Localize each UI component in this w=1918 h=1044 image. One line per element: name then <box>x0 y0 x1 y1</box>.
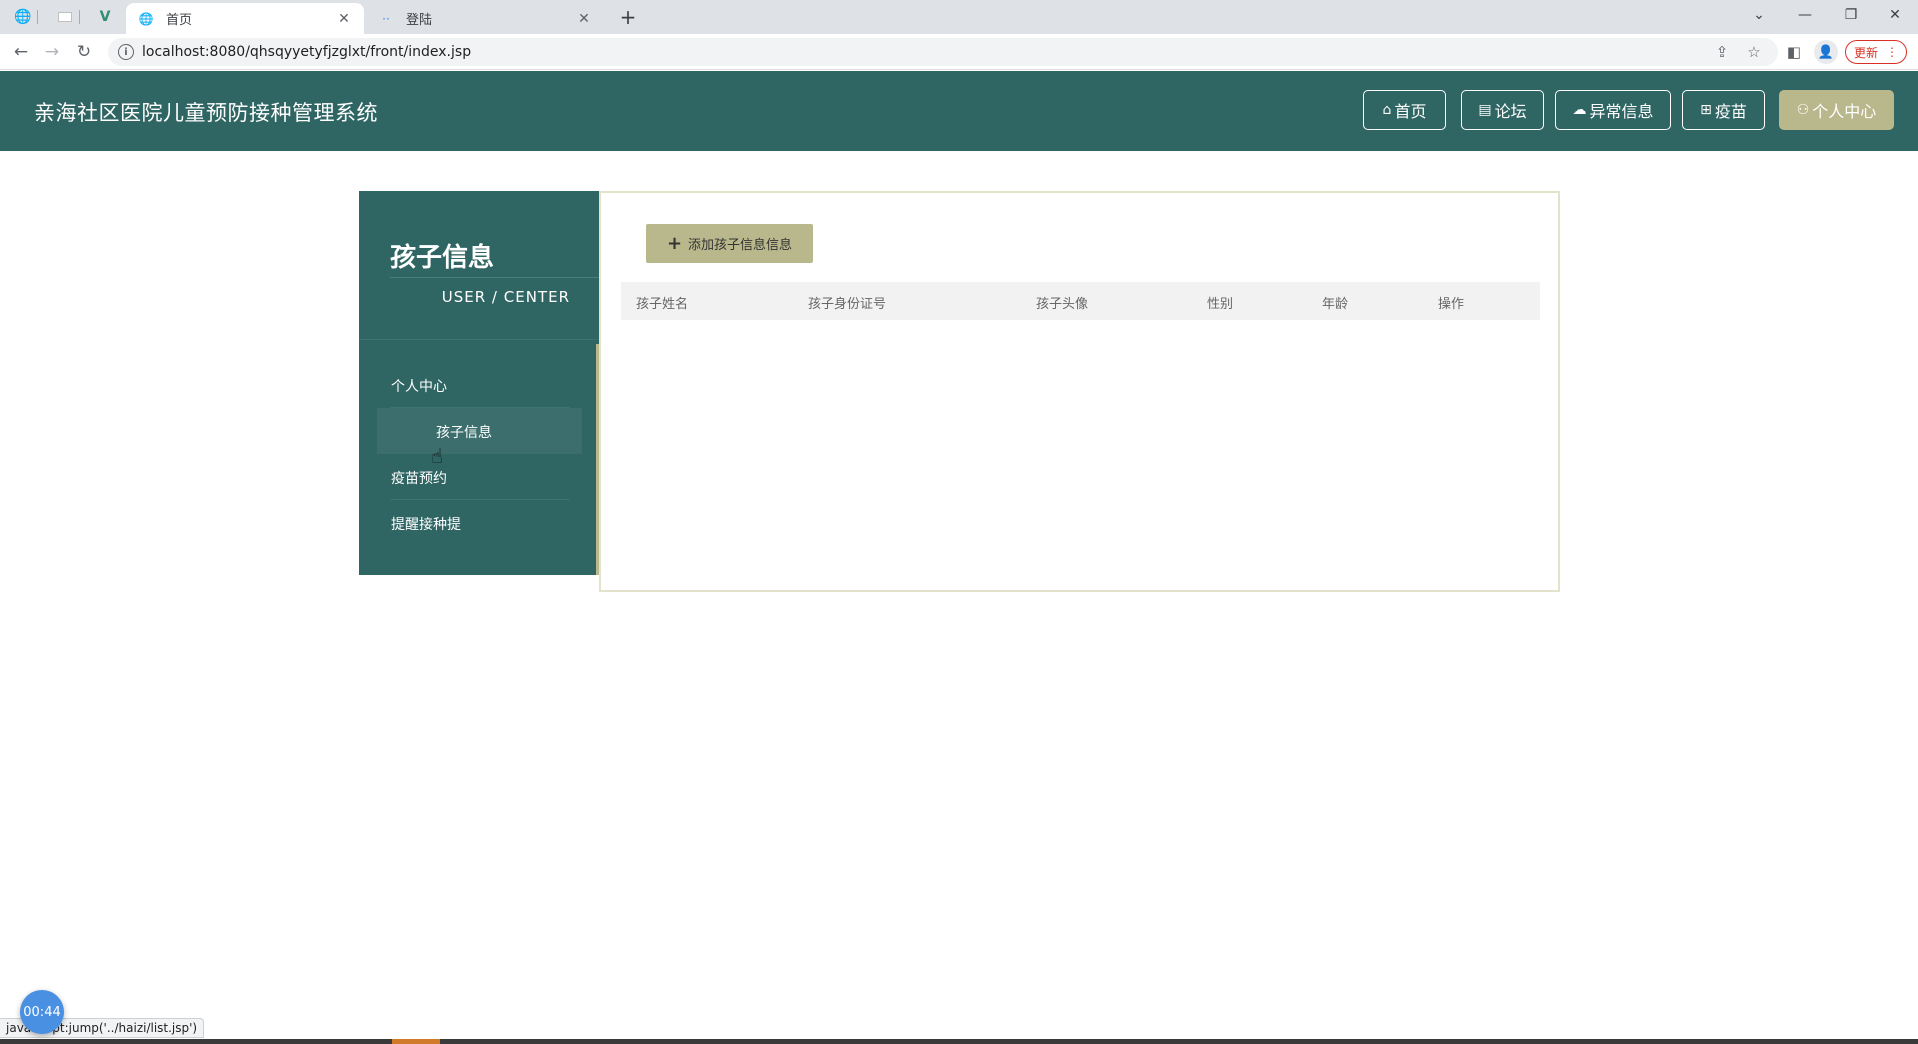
divider <box>359 339 600 340</box>
nav-label: 个人中心 <box>1812 102 1877 121</box>
column-header-age: 年龄 <box>1322 297 1349 312</box>
nav-label: 论坛 <box>1494 102 1527 121</box>
tab-title: 登陆 <box>406 13 433 28</box>
star-icon: ☆ <box>1747 43 1761 61</box>
address-bar[interactable]: i localhost:8080/qhsqyyetyfjzglxt/front/… <box>108 38 1778 66</box>
close-icon[interactable]: ✕ <box>576 11 592 27</box>
nav-user-center-button[interactable]: ⚇ 个人中心 <box>1779 90 1894 130</box>
reload-icon: ↻ <box>76 42 92 62</box>
restore-icon: ❐ <box>1844 7 1858 23</box>
add-button-label: 添加孩子信息信息 <box>688 238 793 253</box>
side-panel-icon: ◧ <box>1786 43 1802 61</box>
column-header-avatar: 孩子头像 <box>1036 297 1089 312</box>
taskbar-segment <box>392 1039 440 1044</box>
divider <box>390 277 600 278</box>
arrow-left-icon: ← <box>13 42 29 62</box>
chevron-down-icon: ⌄ <box>1753 7 1765 23</box>
sidebar-item-user-center[interactable]: 个人中心 <box>391 376 447 396</box>
restore-button[interactable]: ❐ <box>1828 0 1874 30</box>
nav-label: 异常信息 <box>1589 102 1654 121</box>
pinned-tab-blank[interactable] <box>50 4 80 30</box>
sidebar: 孩子信息 USER / CENTER 个人中心 孩子信息 疫苗预约 提醒接种提 <box>359 191 600 575</box>
table-header: 孩子姓名 孩子身份证号 孩子头像 性别 年龄 操作 <box>621 282 1540 320</box>
column-header-id-number: 孩子身份证号 <box>808 297 887 312</box>
grid-icon: ⊞ <box>1700 102 1712 118</box>
sidebar-subtitle: USER / CENTER <box>441 288 570 306</box>
nav-home-button[interactable]: ⌂ 首页 <box>1363 90 1446 130</box>
pinned-tab-vue[interactable]: V <box>90 4 120 30</box>
site-title: 亲海社区医院儿童预防接种管理系统 <box>34 101 378 125</box>
column-header-actions: 操作 <box>1438 297 1465 312</box>
forum-icon: ▤ <box>1478 102 1492 118</box>
share-button[interactable]: ⇪ <box>1712 42 1732 62</box>
close-icon[interactable]: ✕ <box>336 11 352 27</box>
globe-icon: 🌐 <box>138 11 154 26</box>
vue-logo-icon: V <box>99 9 111 25</box>
nav-forum-button[interactable]: ▤ 论坛 <box>1461 90 1544 130</box>
sidebar-item-label: 孩子信息 <box>436 425 492 441</box>
browser-tab-bar: 🌐 V 🌐 首页 ✕ ·· 登陆 ✕ + ⌄ — ❐ ✕ <box>0 0 1918 34</box>
close-icon: ✕ <box>1889 7 1901 23</box>
more-icon: ⋮ <box>1886 45 1898 59</box>
globe-icon: 🌐 <box>14 9 32 25</box>
forward-button[interactable]: → <box>40 40 64 64</box>
sidebar-item-child-info[interactable]: 孩子信息 <box>377 408 582 454</box>
profile-button[interactable]: 👤 <box>1814 40 1838 64</box>
add-child-info-button[interactable]: + 添加孩子信息信息 <box>646 224 813 263</box>
tab-login[interactable]: ·· 登陆 ✕ <box>366 3 604 34</box>
nav-abnormal-button[interactable]: ☁ 异常信息 <box>1555 90 1671 130</box>
loading-icon: ·· <box>382 11 390 26</box>
new-tab-button[interactable]: + <box>614 4 642 30</box>
home-icon: ⌂ <box>1382 102 1392 118</box>
column-header-gender: 性别 <box>1207 297 1234 312</box>
nav-label: 首页 <box>1394 102 1427 121</box>
sidebar-item-reminder[interactable]: 提醒接种提 <box>391 514 461 534</box>
sidebar-title: 孩子信息 <box>390 243 495 273</box>
plus-icon: + <box>619 5 637 29</box>
user-icon: ⚇ <box>1796 102 1810 118</box>
share-icon: ⇪ <box>1715 43 1729 61</box>
side-panel-button[interactable]: ◧ <box>1784 42 1804 62</box>
tab-title: 首页 <box>166 13 193 28</box>
tab-search-button[interactable]: ⌄ <box>1736 0 1782 30</box>
close-window-button[interactable]: ✕ <box>1872 0 1918 30</box>
info-icon[interactable]: i <box>118 44 134 60</box>
pinned-tab-globe[interactable]: 🌐 <box>8 4 38 30</box>
plus-icon: + <box>666 233 683 254</box>
update-button[interactable]: 更新 ⋮ <box>1845 40 1907 64</box>
browser-toolbar: ← → ↻ i localhost:8080/qhsqyyetyfjzglxt/… <box>0 34 1918 70</box>
reload-button[interactable]: ↻ <box>72 40 96 64</box>
site-header: 亲海社区医院儿童预防接种管理系统 ⌂ 首页 ▤ 论坛 ☁ 异常信息 ⊞ 疫苗 ⚇… <box>0 71 1918 151</box>
minimize-icon: — <box>1798 7 1812 23</box>
column-header-name: 孩子姓名 <box>636 297 689 312</box>
main-panel: + 添加孩子信息信息 孩子姓名 孩子身份证号 孩子头像 性别 年龄 操作 <box>599 191 1560 592</box>
url-text[interactable]: localhost:8080/qhsqyyetyfjzglxt/front/in… <box>142 44 471 60</box>
bookmark-button[interactable]: ☆ <box>1744 42 1764 62</box>
tab-home[interactable]: 🌐 首页 ✕ <box>126 3 364 34</box>
nav-vaccine-button[interactable]: ⊞ 疫苗 <box>1682 90 1765 130</box>
cloud-icon: ☁ <box>1572 102 1587 118</box>
hand-cursor-icon: ☝ <box>431 444 444 468</box>
avatar-icon: 👤 <box>1817 44 1835 60</box>
taskbar-strip <box>0 1039 1918 1044</box>
nav-label: 疫苗 <box>1714 102 1747 121</box>
divider <box>390 499 570 500</box>
sidebar-item-vaccine-booking[interactable]: 疫苗预约 <box>391 468 447 488</box>
page-icon <box>58 12 72 22</box>
recording-timer[interactable]: 00:44 <box>20 990 64 1034</box>
update-label: 更新 <box>1853 45 1878 60</box>
arrow-right-icon: → <box>44 42 60 62</box>
minimize-button[interactable]: — <box>1782 0 1828 30</box>
back-button[interactable]: ← <box>9 40 33 64</box>
